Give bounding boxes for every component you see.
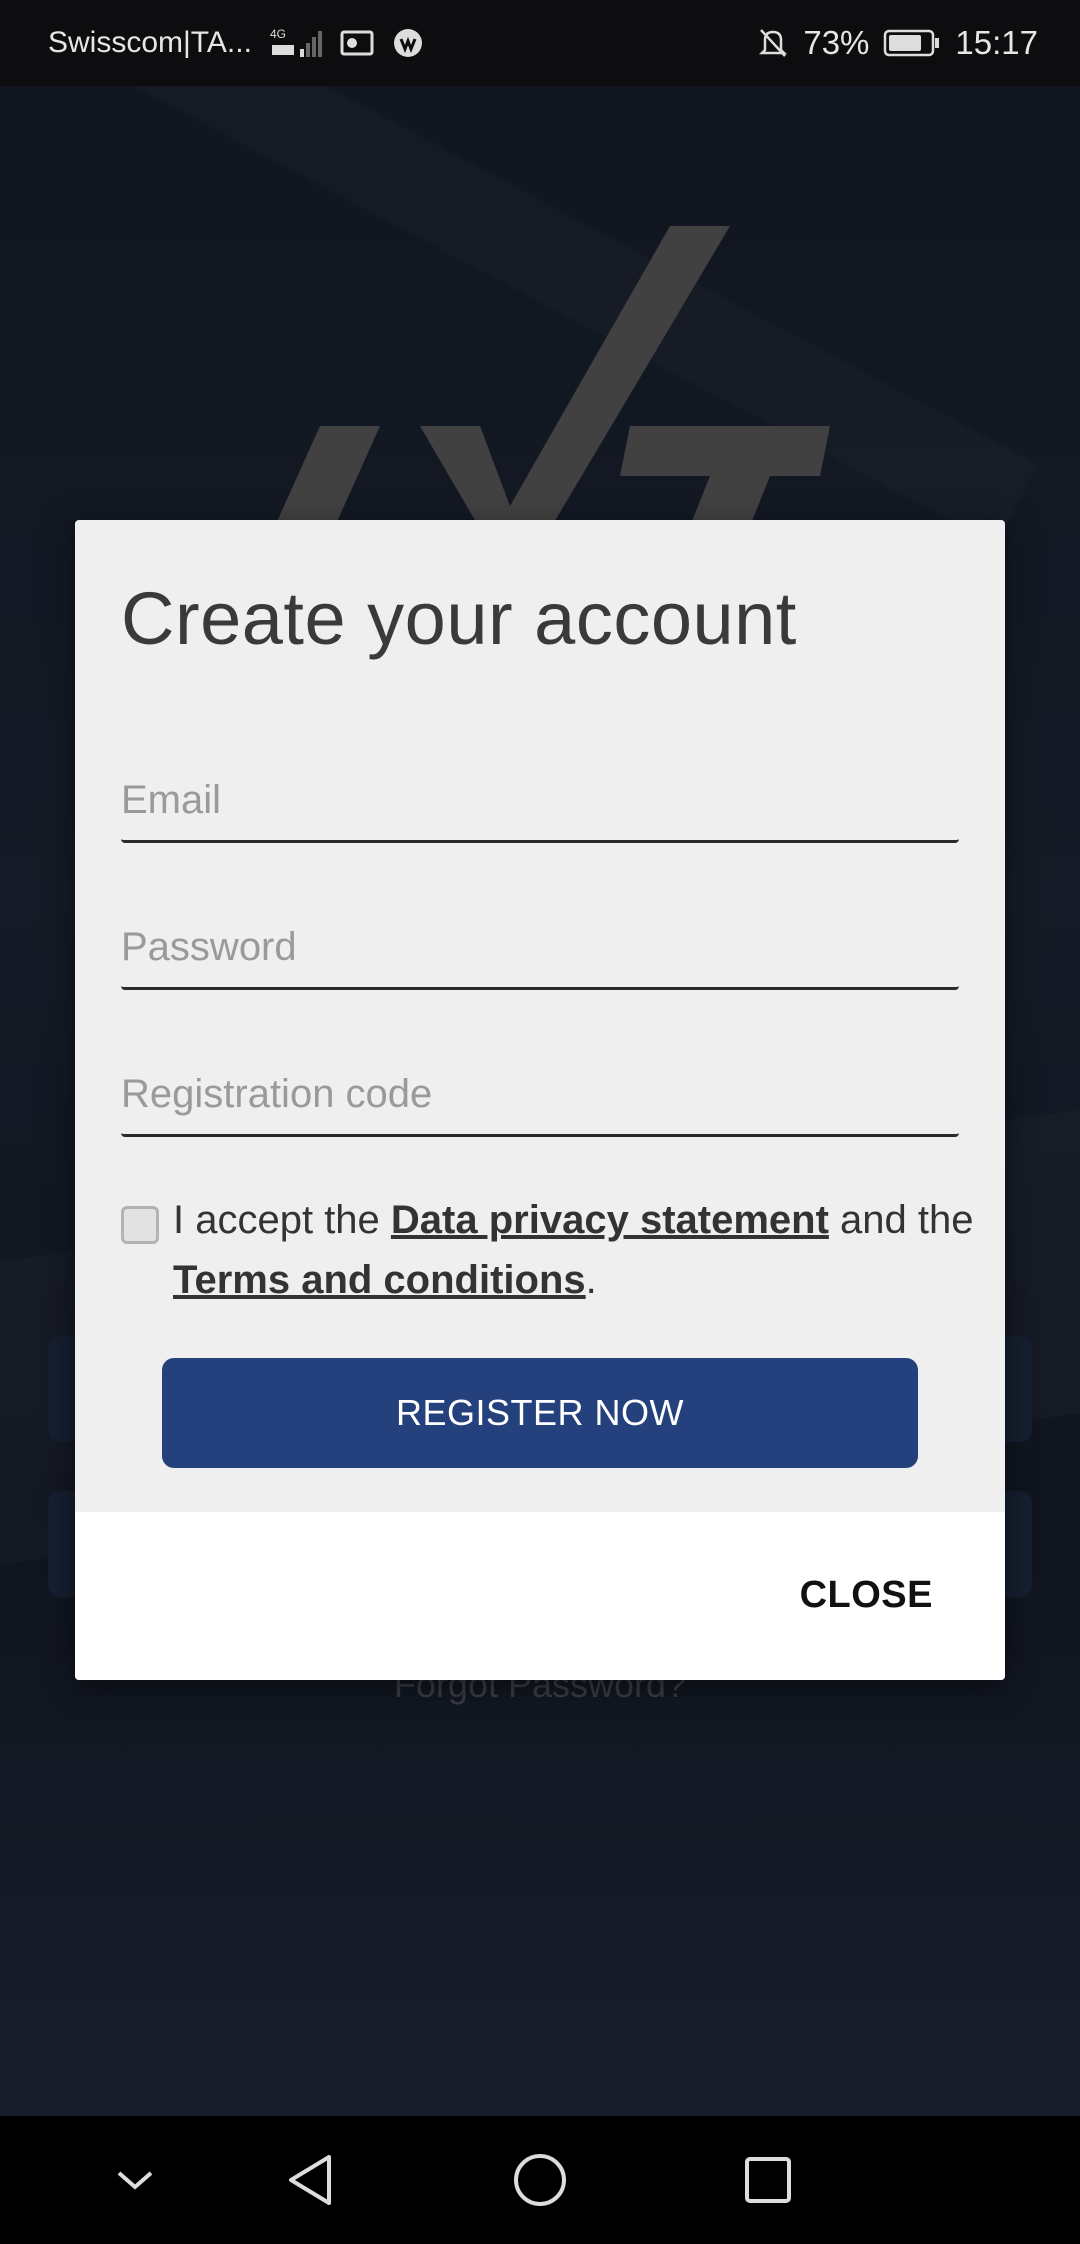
accept-checkbox[interactable] [121, 1206, 159, 1244]
accept-suffix: . [585, 1258, 597, 1302]
email-input[interactable] [121, 760, 959, 840]
back-icon[interactable] [280, 2150, 340, 2210]
accept-middle: and the [828, 1198, 974, 1242]
signal-icon: 4G [270, 25, 322, 61]
close-button[interactable]: CLOSE [800, 1574, 933, 1617]
password-input[interactable] [121, 907, 959, 987]
navigation-bar [0, 2116, 1080, 2244]
status-bar-left: Swisscom|TA... 4G [48, 25, 424, 61]
email-field-container [121, 760, 959, 843]
registration-code-input[interactable] [121, 1054, 959, 1134]
chevron-down-icon[interactable] [105, 2150, 165, 2210]
privacy-statement-link[interactable]: Data privacy statement [391, 1198, 829, 1242]
app-notification-icon [392, 27, 424, 59]
network-type: 4G [270, 27, 286, 41]
battery-icon [883, 28, 941, 58]
terms-link[interactable]: Terms and conditions [173, 1258, 586, 1302]
status-bar: Swisscom|TA... 4G 73% 15:17 [0, 0, 1080, 86]
clock: 15:17 [955, 24, 1038, 61]
status-bar-right: 73% 15:17 [757, 24, 1038, 62]
dialog-title: Create your account [121, 577, 797, 660]
accept-terms-row: I accept the Data privacy statement and … [121, 1190, 981, 1310]
recents-icon[interactable] [738, 2150, 798, 2210]
accept-prefix: I accept the [173, 1198, 391, 1242]
accept-terms-text: I accept the Data privacy statement and … [173, 1190, 981, 1310]
registration-code-field-container [121, 1054, 959, 1137]
battery-percent: 73% [803, 24, 870, 61]
bell-muted-icon [757, 26, 789, 60]
carrier-name: Swisscom|TA... [48, 26, 252, 59]
outlook-icon [340, 28, 374, 58]
dialog-footer: CLOSE [75, 1512, 1005, 1680]
register-dialog: Create your account I accept the Data pr… [75, 520, 1005, 1680]
register-now-button[interactable]: REGISTER NOW [162, 1358, 918, 1468]
home-icon[interactable] [510, 2150, 570, 2210]
password-field-container [121, 907, 959, 990]
